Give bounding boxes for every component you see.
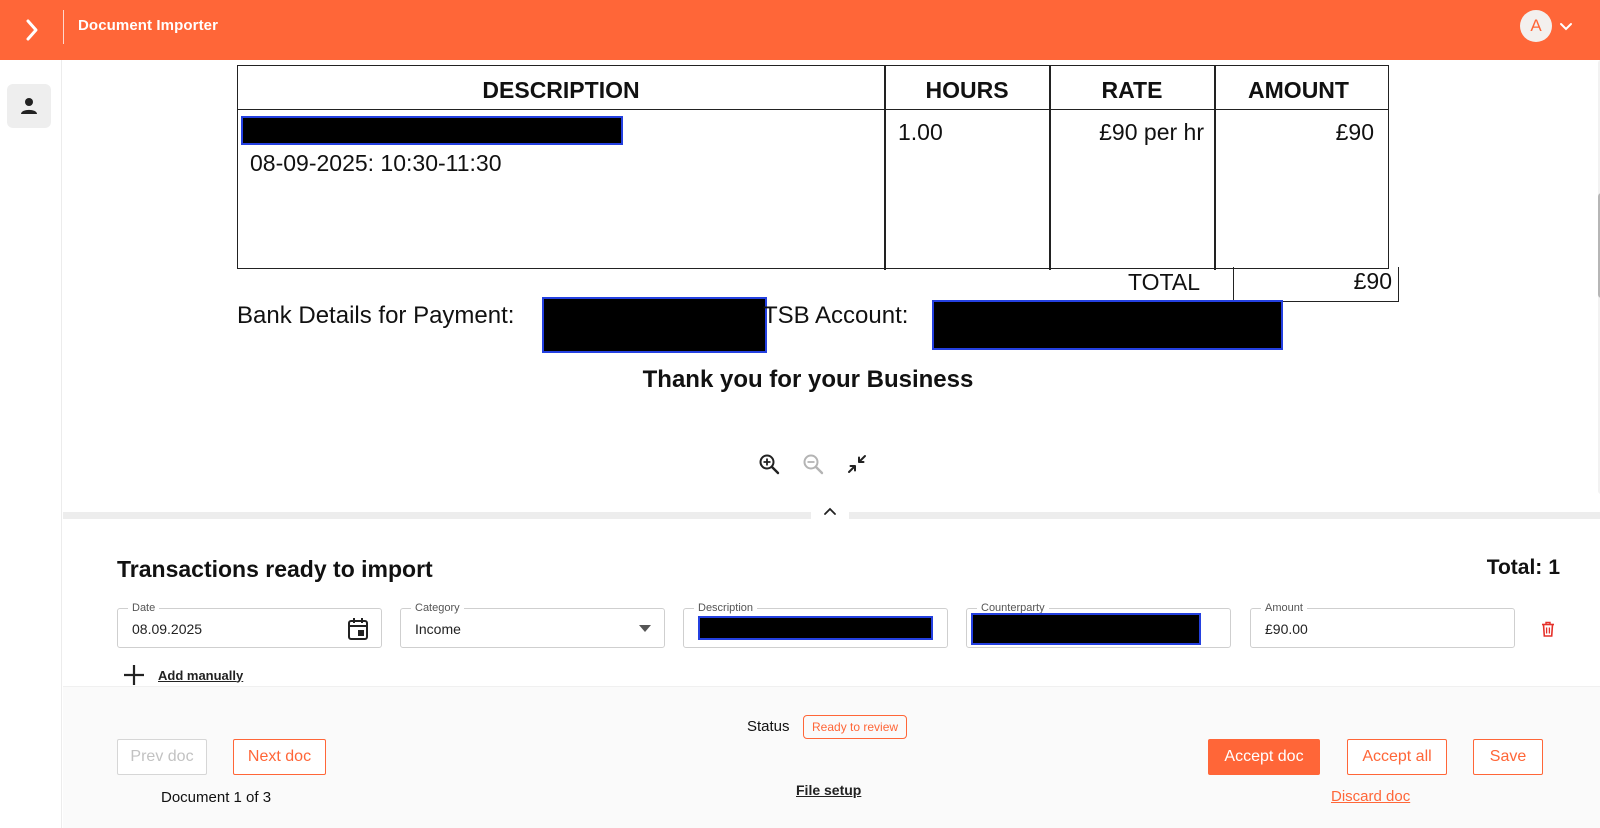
transactions-total: Total: 1 — [1380, 556, 1560, 580]
discard-doc-link[interactable]: Discard doc — [1331, 788, 1410, 805]
total-label: TOTAL — [1128, 269, 1200, 295]
column-header-description: DESCRIPTION — [482, 77, 640, 103]
thank-you-text: Thank you for your Business — [642, 366, 974, 393]
expand-sidebar-button[interactable] — [14, 12, 50, 48]
file-setup-link[interactable]: File setup — [796, 782, 861, 798]
amount-field-value[interactable]: £90.00 — [1265, 621, 1308, 637]
app-title: Document Importer — [78, 17, 219, 34]
add-manually-button[interactable]: Add manually — [122, 662, 243, 688]
category-select[interactable]: Category Income — [400, 601, 665, 648]
redacted-description — [241, 116, 623, 145]
accept-doc-button[interactable]: Accept doc — [1208, 739, 1320, 775]
chevron-down-icon[interactable] — [1558, 18, 1574, 34]
total-count: 1 — [1548, 556, 1560, 579]
tsb-account-label: TSB Account: — [763, 302, 909, 329]
line-item-amount: £90 — [1335, 119, 1374, 145]
redacted-tsb-account — [932, 300, 1283, 350]
category-field-label: Category — [411, 601, 464, 615]
dropdown-arrow-icon — [639, 625, 651, 632]
accept-all-button[interactable]: Accept all — [1347, 739, 1447, 775]
chevron-right-icon — [26, 19, 38, 41]
status-label: Status — [747, 718, 790, 735]
next-doc-button[interactable]: Next doc — [233, 739, 326, 775]
rail-item-profile[interactable] — [7, 84, 51, 128]
header-divider — [63, 10, 64, 44]
top-bar: Document Importer A — [0, 0, 1600, 60]
amount-field-label: Amount — [1261, 601, 1307, 615]
description-field[interactable]: Description — [683, 601, 948, 648]
line-item-rate: £90 per hr — [1099, 119, 1204, 145]
status-badge: Ready to review — [803, 715, 908, 739]
transactions-title: Transactions ready to import — [117, 556, 433, 582]
user-avatar[interactable]: A — [1520, 10, 1552, 42]
bank-details-label: Bank Details for Payment: — [237, 302, 515, 329]
chevron-up-icon — [824, 507, 836, 515]
category-field-value: Income — [415, 621, 461, 637]
redacted-counterparty-value — [971, 613, 1201, 645]
calendar-icon[interactable] — [347, 617, 369, 641]
prev-doc-button[interactable]: Prev doc — [117, 739, 207, 775]
person-icon — [21, 98, 37, 114]
trash-icon — [1542, 621, 1554, 637]
date-field-value[interactable]: 08.09.2025 — [132, 621, 202, 637]
zoom-out-button[interactable] — [799, 450, 827, 478]
zoom-controls — [755, 450, 875, 480]
column-header-rate: RATE — [1101, 77, 1163, 103]
total-box: £90 — [1233, 267, 1399, 302]
plus-icon — [124, 665, 144, 685]
column-header-hours: HOURS — [925, 77, 1009, 103]
total-label: Total: — [1486, 556, 1543, 579]
zoom-in-button[interactable] — [755, 450, 783, 478]
delete-transaction-button[interactable] — [1538, 618, 1558, 640]
zoom-out-icon — [803, 454, 824, 475]
document-counter: Document 1 of 3 — [161, 789, 272, 806]
column-header-amount: AMOUNT — [1248, 77, 1349, 103]
add-manually-label: Add manually — [158, 667, 244, 683]
zoom-in-icon — [759, 454, 780, 475]
description-field-label: Description — [694, 601, 758, 615]
counterparty-field[interactable]: Counterparty — [966, 601, 1231, 648]
line-item-hours: 1.00 — [898, 119, 943, 145]
left-rail — [0, 60, 62, 828]
collapse-icon — [848, 455, 866, 473]
redacted-description-value — [698, 616, 933, 640]
fit-to-view-button[interactable] — [843, 450, 871, 478]
date-field-label: Date — [128, 601, 160, 615]
date-field[interactable]: Date 08.09.2025 — [117, 601, 382, 648]
total-amount: £90 — [1353, 268, 1392, 294]
collapse-panel-button[interactable] — [811, 500, 849, 522]
redacted-bank-details — [542, 297, 767, 353]
line-item-date: 08-09-2025: 10:30-11:30 — [250, 150, 502, 176]
amount-field[interactable]: Amount £90.00 — [1250, 601, 1515, 648]
invoice-table: DESCRIPTION HOURS RATE AMOUNT 08-09-2025… — [237, 65, 1389, 270]
document-viewer[interactable]: DESCRIPTION HOURS RATE AMOUNT 08-09-2025… — [63, 60, 1600, 512]
save-button[interactable]: Save — [1473, 739, 1543, 775]
